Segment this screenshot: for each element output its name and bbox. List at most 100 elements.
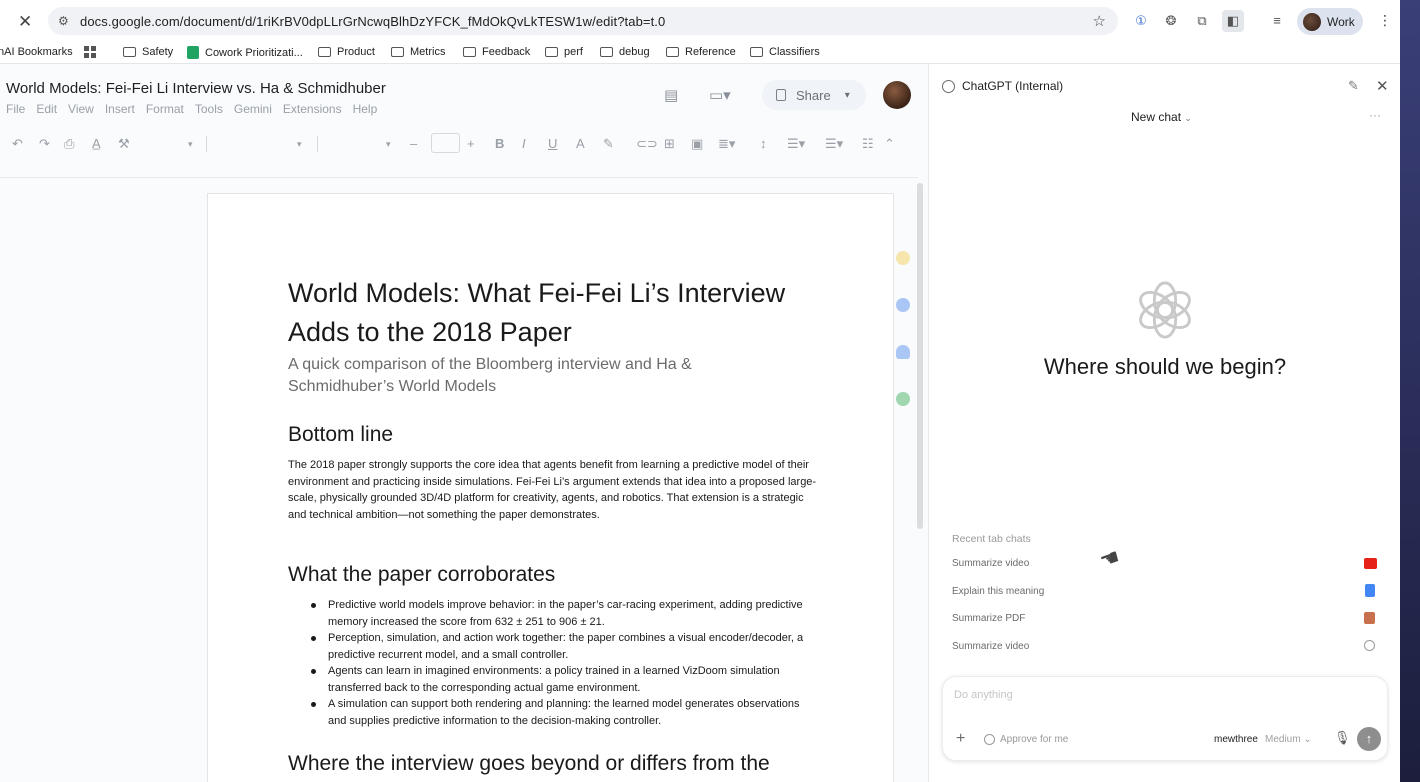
youtube-icon [1364, 558, 1377, 569]
bookmark-metrics[interactable]: Metrics [391, 46, 445, 58]
zoom-dropdown-icon[interactable]: ▾ [188, 139, 193, 150]
bookmark-perf[interactable]: perf [545, 46, 583, 58]
section-heading: Where the interview goes beyond or diffe… [288, 752, 770, 775]
comments-icon[interactable]: ▤ [664, 86, 678, 104]
section-heading: What the paper corroborates [288, 563, 556, 586]
folder-icon [463, 47, 476, 57]
bookmark-debug[interactable]: debug [600, 46, 650, 58]
menu-gemini[interactable]: Gemini [234, 102, 272, 116]
meet-icon[interactable]: ▭▾ [709, 86, 731, 104]
recent-chat-item[interactable]: Summarize PDF [952, 613, 1025, 624]
composer: + Approve for me mewthree Medium ⌄ 🎙 ↑ [942, 676, 1388, 761]
document-page[interactable]: World Models: What Fei-Fei Li’s Intervie… [207, 193, 894, 782]
bookmark-label: Safety [142, 46, 174, 58]
bookmark-product[interactable]: Product [318, 46, 375, 58]
underline-icon[interactable]: U [548, 136, 557, 151]
calendar-icon[interactable] [896, 298, 910, 312]
undo-icon[interactable]: ↶ [12, 136, 23, 152]
doc-subtitle: A quick comparison of the Bloomberg inte… [288, 356, 692, 395]
bookmark-safety[interactable]: Safety [123, 46, 173, 58]
italic-icon[interactable]: I [522, 136, 526, 151]
chevron-down-icon[interactable]: ▾ [845, 90, 850, 101]
font-dropdown-icon[interactable]: ▾ [386, 139, 391, 150]
print-icon[interactable]: ⎙ [64, 136, 74, 152]
text-color-icon[interactable]: A [576, 136, 585, 151]
line-spacing-icon[interactable]: ↕ [760, 136, 767, 151]
recent-chat-item[interactable]: Explain this meaning [952, 586, 1044, 597]
link-icon[interactable]: ⊂⊃ [636, 136, 658, 152]
redo-icon[interactable]: ↷ [39, 136, 50, 152]
menu-help[interactable]: Help [353, 102, 378, 116]
paint-format-icon[interactable]: ⚒ [118, 136, 130, 152]
keep-icon[interactable] [896, 251, 910, 265]
document-title[interactable]: World Models: Fei-Fei Li Interview vs. H… [6, 80, 386, 97]
toolbar-divider [317, 136, 318, 152]
bulleted-list-icon[interactable]: ☰▾ [825, 136, 843, 152]
browser-menu-icon[interactable]: ⋮ [1378, 12, 1392, 29]
profile-button[interactable]: Work [1297, 8, 1363, 35]
bookmark-cowork[interactable]: Cowork Prioritizati... [187, 46, 303, 59]
align-icon[interactable]: ≣▾ [718, 136, 735, 152]
menu-insert[interactable]: Insert [105, 102, 135, 116]
contacts-icon[interactable] [896, 345, 910, 359]
menu-extensions[interactable]: Extensions [283, 102, 342, 116]
menu-file[interactable]: File [6, 102, 25, 116]
menu-tools[interactable]: Tools [195, 102, 223, 116]
recent-chat-item[interactable]: Summarize video [952, 558, 1029, 569]
doc-heading: World Models: What Fei-Fei Li’s Intervie… [288, 278, 786, 347]
approve-icon[interactable] [984, 734, 995, 745]
toolbar-divider-line [0, 177, 918, 178]
stop-loading-icon[interactable]: ✕ [18, 12, 32, 32]
media-controls-icon[interactable]: ≡ [1268, 12, 1286, 30]
insert-image-icon[interactable]: ▣ [691, 136, 703, 152]
font-size-increase-icon[interactable]: + [467, 136, 475, 151]
add-attachment-icon[interactable]: + [956, 730, 965, 748]
bold-icon[interactable]: B [495, 136, 504, 151]
new-chat-dropdown[interactable]: New chat ⌄ [1131, 110, 1192, 124]
numbered-list-icon[interactable]: ☷ [862, 136, 874, 152]
approve-for-me-toggle[interactable]: Approve for me [1000, 734, 1068, 745]
folder-icon [545, 47, 558, 57]
folder-icon [318, 47, 331, 57]
bookmark-classifiers[interactable]: Classifiers [750, 46, 820, 58]
bookmark-label: Reference [685, 46, 736, 58]
microphone-icon[interactable]: 🎙 [1334, 730, 1351, 746]
menu-edit[interactable]: Edit [36, 102, 57, 116]
more-options-icon[interactable]: ··· [1369, 108, 1381, 122]
bookmark-reference[interactable]: Reference [666, 46, 736, 58]
apps-grid-icon[interactable] [84, 46, 102, 58]
bookmark-ai-bookmarks[interactable]: nAI Bookmarks [0, 46, 73, 58]
checklist-icon[interactable]: ☰▾ [787, 136, 805, 152]
spellcheck-icon[interactable]: A̲ [92, 136, 101, 151]
url-text[interactable]: docs.google.com/document/d/1riKrBV0dpLLr… [80, 14, 665, 29]
add-comment-icon[interactable]: ⊞ [664, 136, 675, 152]
font-size-input[interactable] [431, 133, 460, 153]
prompt-input[interactable] [954, 689, 1254, 701]
highlight-icon[interactable]: ✎ [603, 136, 614, 152]
unpin-icon[interactable]: ✎ [1348, 78, 1359, 94]
model-effort-dropdown[interactable]: Medium ⌄ [1265, 734, 1312, 745]
document-scrollbar[interactable] [917, 183, 923, 529]
menu-format[interactable]: Format [146, 102, 184, 116]
site-settings-icon[interactable]: ⚙ [58, 14, 72, 28]
share-button[interactable]: Share ▾ [762, 80, 866, 110]
maps-icon[interactable] [896, 392, 910, 406]
font-size-decrease-icon[interactable]: – [410, 136, 417, 151]
menu-view[interactable]: View [68, 102, 94, 116]
send-button[interactable]: ↑ [1357, 727, 1381, 751]
extensions-icon[interactable]: ⧉ [1193, 12, 1211, 30]
model-effort-label: Medium [1265, 734, 1301, 745]
style-dropdown-icon[interactable]: ▾ [297, 139, 302, 150]
side-panel-icon[interactable]: ◧ [1222, 10, 1244, 32]
bookmark-star-icon[interactable]: ☆ [1093, 12, 1106, 30]
account-avatar[interactable] [883, 81, 911, 109]
openai-extension-icon[interactable]: ❂ [1162, 12, 1180, 30]
bookmark-label: Metrics [410, 46, 446, 58]
omnibox[interactable]: ⚙ docs.google.com/document/d/1riKrBV0dpL… [48, 7, 1118, 35]
bookmark-feedback[interactable]: Feedback [463, 46, 530, 58]
model-name[interactable]: mewthree [1214, 734, 1258, 745]
password-manager-icon[interactable]: ① [1132, 12, 1150, 30]
close-icon[interactable]: ✕ [1376, 77, 1389, 95]
more-tools-icon[interactable]: ⌃ [884, 136, 895, 152]
recent-chat-item[interactable]: Summarize video [952, 641, 1029, 652]
